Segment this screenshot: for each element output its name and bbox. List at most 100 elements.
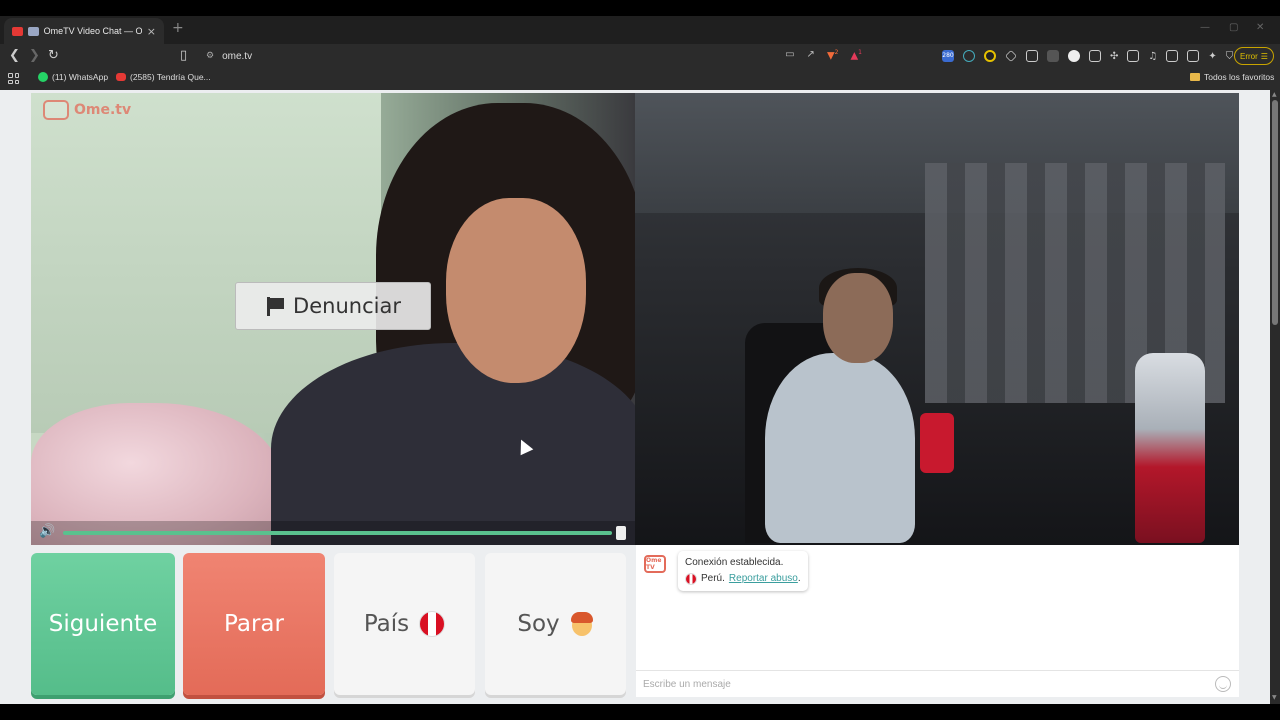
extension-glasses-icon[interactable] [1026, 50, 1038, 62]
country-name: Perú. [701, 573, 725, 584]
close-window-icon[interactable]: ✕ [1256, 22, 1264, 33]
video-person-face [823, 273, 893, 363]
sidebar-icon[interactable] [1166, 50, 1179, 62]
report-button[interactable]: Denunciar [235, 282, 431, 330]
ometv-logo: Ome.tv [43, 100, 131, 120]
bookmark-youtube[interactable]: (2585) Tendría Que... [116, 72, 211, 82]
alert-count-badge: 1 [858, 49, 862, 56]
bookmark-whatsapp[interactable]: (11) WhatsApp [38, 72, 108, 82]
extension-s-icon[interactable] [1047, 50, 1059, 62]
extension-box-icon[interactable] [1089, 50, 1101, 62]
browser-tab[interactable]: OmeTV Video Chat — Omeg × [4, 18, 164, 44]
ometv-page: Ome.tv Denunciar 🔊 Siguiente Parar País [0, 90, 1270, 704]
vpn-icon[interactable]: ⛉ [1226, 51, 1234, 62]
share-icon[interactable]: ↗ [807, 49, 815, 61]
message-input[interactable]: Escribe un mensaje [636, 670, 1239, 697]
video-bottle [1135, 353, 1205, 543]
volume-slider[interactable] [63, 531, 612, 535]
system-message: Conexión establecida. Perú. Reportar abu… [678, 551, 808, 591]
volume-slider-handle[interactable] [616, 526, 626, 540]
window-bottom-edge [0, 704, 1280, 720]
country-row: Perú. Reportar abuso. [685, 571, 801, 587]
gender-label: Soy [517, 611, 560, 637]
tab-title: OmeTV Video Chat — Omeg [43, 26, 142, 36]
browser-tabstrip: OmeTV Video Chat — Omeg × + — ▢ ✕ [0, 0, 1280, 44]
extension-circle-icon[interactable] [984, 50, 996, 62]
emoji-icon[interactable] [1215, 676, 1231, 692]
minimize-icon[interactable]: — [1200, 22, 1210, 33]
error-menu-button[interactable]: Error ☰ [1234, 47, 1274, 65]
volume-bar: 🔊 [31, 521, 635, 545]
url-text[interactable]: ome.tv [222, 51, 252, 62]
stop-button[interactable]: Parar [183, 553, 325, 695]
extension-window-icon[interactable] [1127, 50, 1140, 62]
reload-icon[interactable]: ↻ [48, 48, 59, 64]
extension-dot-icon[interactable] [1068, 50, 1080, 62]
forward-icon[interactable]: ❯ [29, 48, 40, 64]
rewards-icon[interactable]: ▲1 [850, 49, 862, 61]
country-label: País [363, 611, 410, 637]
new-tab-button[interactable]: + [172, 20, 184, 36]
wallet-icon[interactable] [1187, 50, 1200, 62]
scroll-down-icon[interactable]: ▼ [1272, 694, 1277, 701]
all-bookmarks-folder[interactable]: Todos los favoritos [1190, 72, 1274, 82]
address-bar[interactable]: ⚙ ome.tv ▭ ↗ ▼2 ▲1 [200, 46, 868, 66]
react-devtools-icon[interactable] [963, 50, 975, 62]
peru-flag-icon [685, 573, 697, 585]
page-scrollbar[interactable]: ▲ ▼ [1270, 90, 1280, 704]
ometv-avatar-icon: Ome TV [644, 555, 666, 573]
video-can [920, 413, 954, 473]
address-bar-actions: ▭ ↗ ▼2 ▲1 [785, 49, 862, 61]
menu-icon: ☰ [1260, 51, 1268, 61]
shield-count-badge: 2 [834, 49, 839, 56]
extension-badge-icon[interactable]: 280 [942, 50, 954, 62]
connection-status: Conexión establecida. [685, 557, 784, 568]
video-person-face [446, 198, 586, 383]
next-label: Siguiente [48, 611, 158, 637]
whatsapp-icon [38, 72, 48, 82]
brave-shield-icon[interactable]: ▼2 [827, 49, 839, 61]
gender-button[interactable]: Soy [485, 553, 626, 695]
error-label: Error [1240, 51, 1258, 61]
country-button[interactable]: País [334, 553, 475, 695]
extensions-area: 280 ✣ ♫ ✦ ⛉ [942, 48, 1233, 64]
chat-panel: Ome TV Conexión establecida. Perú. Repor… [636, 545, 1239, 697]
browser-toolbar: ❮ ❯ ↻ ▯ ⚙ ome.tv ▭ ↗ ▼2 ▲1 280 ✣ ♫ ✦ ⛉ E… [0, 44, 1280, 68]
window-top-edge [0, 0, 1280, 16]
report-suffix: . [797, 573, 801, 584]
remote-video [635, 93, 1239, 545]
site-settings-icon[interactable]: ⚙ [206, 51, 214, 61]
boy-emoji-icon [570, 611, 594, 637]
tab-close-button[interactable]: × [147, 25, 156, 38]
back-icon[interactable]: ❮ [9, 48, 20, 64]
video-person-body [765, 353, 915, 543]
tab-favicon-icon [27, 26, 39, 36]
bookmark-icon[interactable]: ▯ [180, 48, 187, 64]
cast-icon[interactable]: ▭ [785, 49, 794, 61]
extension-diamond-icon[interactable] [1005, 50, 1017, 62]
peru-flag-icon [419, 611, 446, 637]
next-button[interactable]: Siguiente [31, 553, 175, 695]
folder-icon [1190, 73, 1200, 81]
local-video: Ome.tv Denunciar 🔊 [31, 93, 635, 545]
report-abuse-link[interactable]: Reportar abuso [729, 571, 798, 587]
video-person-body [271, 343, 635, 545]
youtube-icon [116, 73, 126, 81]
logo-text: Ome.tv [74, 102, 132, 118]
stop-label: Parar [224, 611, 284, 637]
leo-ai-icon[interactable]: ✦ [1208, 51, 1216, 62]
maximize-icon[interactable]: ▢ [1229, 22, 1238, 33]
speaker-icon[interactable]: 🔊 [39, 524, 55, 539]
flag-icon [265, 296, 285, 316]
scroll-up-icon[interactable]: ▲ [1272, 91, 1277, 98]
scrollbar-thumb[interactable] [1272, 100, 1278, 325]
report-label: Denunciar [293, 294, 401, 318]
youtube-icon [12, 26, 23, 36]
message-placeholder: Escribe un mensaje [643, 678, 731, 690]
all-bookmarks-label: Todos los favoritos [1204, 72, 1275, 82]
bookmark-label: (11) WhatsApp [52, 72, 109, 82]
bookmark-label: (2585) Tendría Que... [130, 72, 211, 82]
apps-grid-icon[interactable] [8, 73, 19, 84]
extensions-puzzle-icon[interactable]: ✣ [1110, 51, 1118, 62]
music-icon[interactable]: ♫ [1148, 51, 1157, 62]
